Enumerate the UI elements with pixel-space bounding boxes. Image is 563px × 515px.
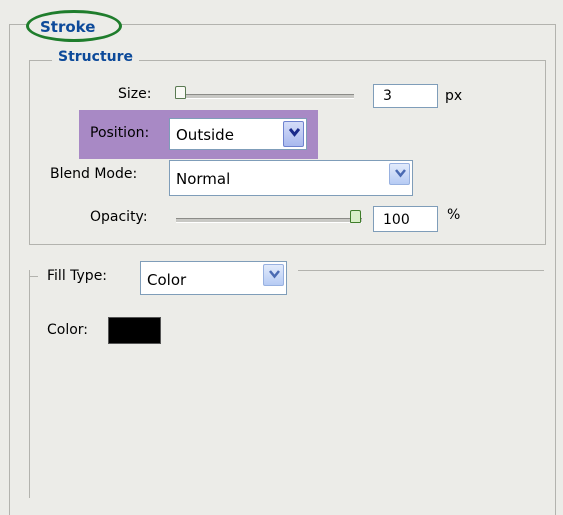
fill-type-value: Color xyxy=(147,271,187,289)
opacity-label: Opacity: xyxy=(90,209,148,225)
color-label: Color: xyxy=(47,322,89,338)
position-label: Position: xyxy=(90,125,150,141)
panel-title: Stroke xyxy=(40,18,96,36)
chevron-down-icon xyxy=(395,169,406,178)
opacity-unit: % xyxy=(447,207,461,223)
opacity-slider-track[interactable] xyxy=(176,218,362,223)
blend-mode-dropdown[interactable]: Normal xyxy=(169,160,413,196)
fill-group-divider xyxy=(30,276,38,277)
fill-group-border xyxy=(29,270,30,498)
fill-type-label: Fill Type: xyxy=(47,268,108,284)
opacity-input[interactable]: 100 xyxy=(373,206,438,232)
color-swatch[interactable] xyxy=(108,317,161,344)
size-unit: px xyxy=(445,88,463,104)
structure-title: Structure xyxy=(52,49,140,65)
fill-group-divider xyxy=(298,270,544,271)
size-input[interactable]: 3 xyxy=(373,84,438,108)
chevron-down-icon xyxy=(289,128,300,137)
size-slider-thumb-icon[interactable] xyxy=(175,86,186,99)
size-label: Size: xyxy=(118,86,152,102)
fill-type-dropdown-button[interactable] xyxy=(263,264,284,286)
position-value: Outside xyxy=(176,126,234,144)
blend-mode-dropdown-button[interactable] xyxy=(389,163,410,185)
chevron-down-icon xyxy=(269,270,280,279)
opacity-slider-thumb-icon[interactable] xyxy=(350,210,361,223)
stroke-title-highlight: Stroke xyxy=(26,10,122,42)
position-dropdown[interactable]: Outside xyxy=(169,118,307,150)
fill-type-dropdown[interactable]: Color xyxy=(140,261,287,295)
size-slider-track[interactable] xyxy=(176,94,354,99)
position-dropdown-button[interactable] xyxy=(283,121,304,147)
blend-mode-value: Normal xyxy=(176,170,231,188)
blend-mode-label: Blend Mode: xyxy=(50,166,138,182)
